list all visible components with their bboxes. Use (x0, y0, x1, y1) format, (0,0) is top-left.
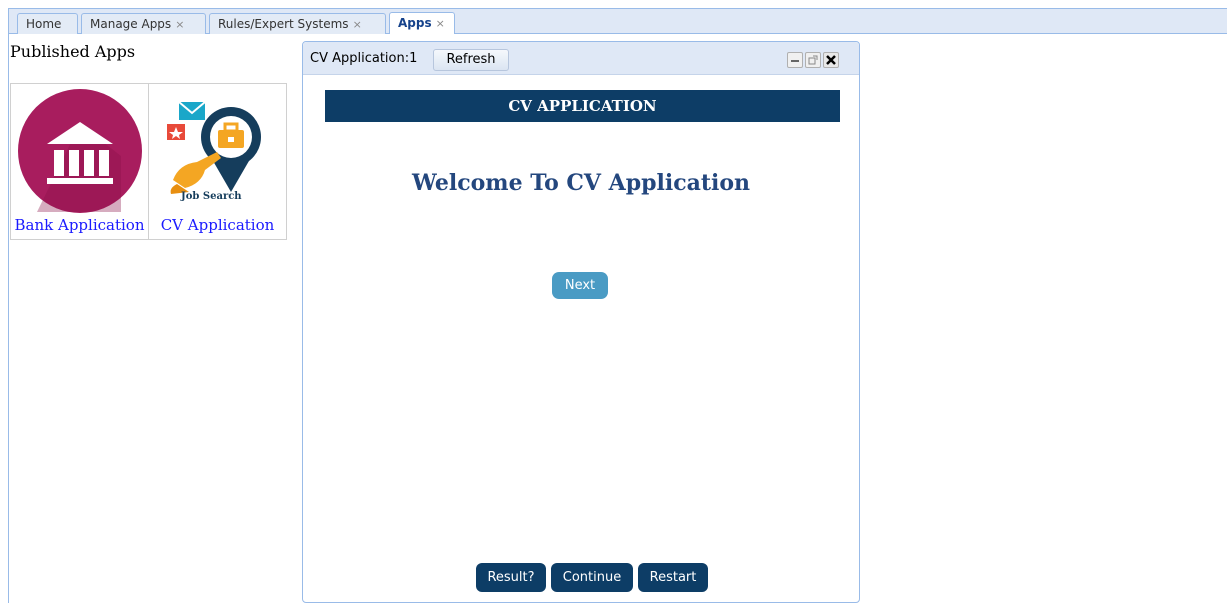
bank-icon[interactable] (11, 84, 149, 214)
tab-bar: Home Manage Apps × Rules/Expert Systems × … (9, 9, 1227, 34)
tab-apps[interactable]: Apps × (389, 12, 455, 34)
cv-application-window: CV Application:1 Refresh CV APPLICATION … (302, 41, 860, 603)
continue-button[interactable]: Continue (551, 563, 633, 592)
restart-button[interactable]: Restart (638, 563, 708, 592)
minimize-icon[interactable] (787, 52, 803, 68)
close-window-icon[interactable] (823, 52, 839, 68)
cv-application-banner: CV APPLICATION (325, 90, 840, 122)
refresh-button[interactable]: Refresh (433, 49, 509, 71)
window-header[interactable]: CV Application:1 Refresh (303, 42, 859, 75)
tab-label: Apps (398, 16, 432, 30)
tab-label: Manage Apps (90, 17, 172, 31)
published-apps-title: Published Apps (10, 42, 136, 61)
close-icon[interactable]: × (436, 17, 445, 30)
close-glyph (826, 55, 836, 65)
job-search-icon-text: Job Search (181, 191, 242, 202)
app-tile-cv[interactable]: Job Search CV Application (149, 84, 286, 239)
tab-manage-apps[interactable]: Manage Apps × (81, 13, 206, 34)
tab-label: Home (26, 17, 62, 31)
result-button[interactable]: Result? (476, 563, 546, 592)
welcome-heading: Welcome To CV Application (411, 170, 751, 196)
minimize-glyph (791, 60, 799, 62)
window-title: CV Application:1 (310, 51, 418, 66)
tab-home[interactable]: Home (17, 13, 78, 34)
app-label-bank[interactable]: Bank Application (11, 216, 148, 234)
app-tile-bank[interactable]: Bank Application (11, 84, 149, 239)
popout-glyph (808, 55, 818, 65)
popout-icon[interactable] (805, 52, 821, 68)
tab-rules-expert-systems[interactable]: Rules/Expert Systems × (209, 13, 386, 34)
close-icon[interactable]: × (353, 18, 362, 31)
close-icon[interactable]: × (175, 18, 184, 31)
tab-label: Rules/Expert Systems (218, 17, 349, 31)
next-button[interactable]: Next (552, 272, 608, 299)
published-apps-grid: Bank Application Job Search CV Applicati… (10, 83, 287, 240)
app-label-cv[interactable]: CV Application (149, 216, 286, 234)
